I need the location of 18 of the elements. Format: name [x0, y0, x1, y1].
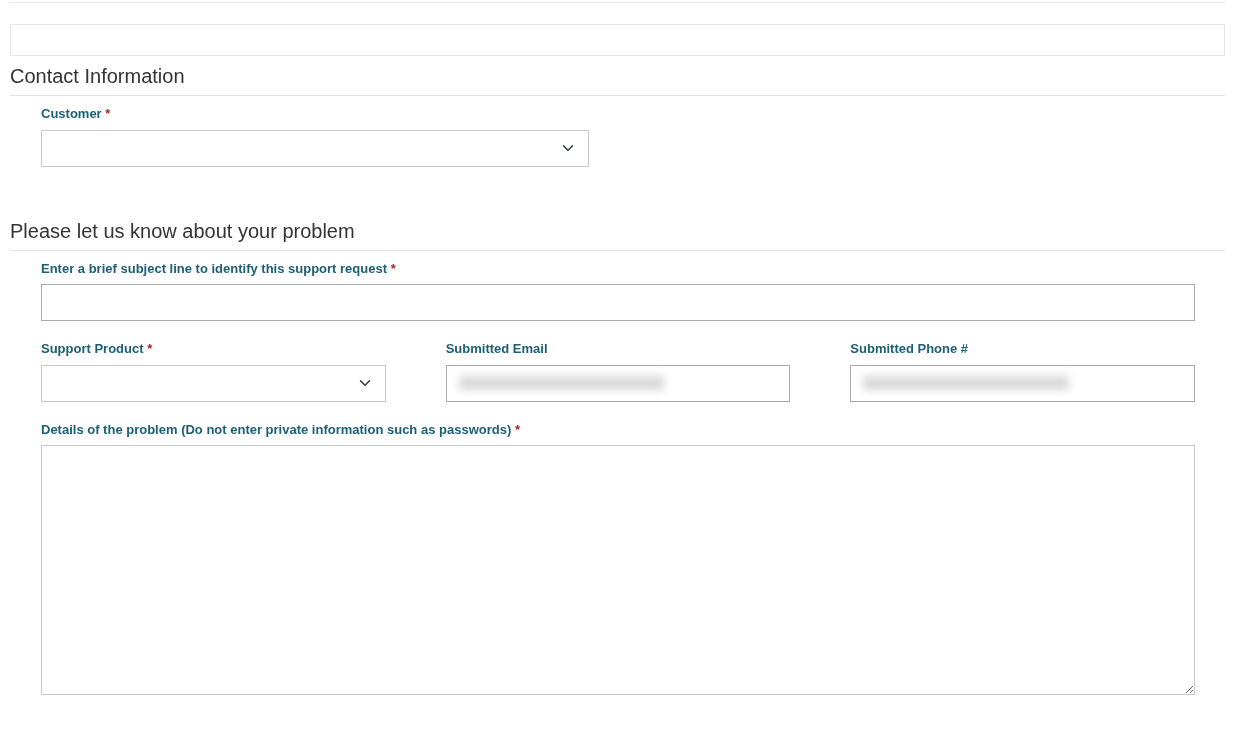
required-asterisk: *	[105, 106, 111, 121]
textarea-field[interactable]	[41, 445, 1195, 695]
field-label: Support Product	[41, 341, 144, 356]
required-asterisk: *	[514, 421, 520, 437]
input-field[interactable]	[41, 284, 1195, 321]
field-label: Enter a brief subject line to identify this support request	[41, 260, 387, 276]
section-heading: Please let us know about your problem	[10, 210, 1225, 251]
required-asterisk: *	[147, 341, 153, 356]
dropdown-field[interactable]	[41, 364, 386, 402]
input-field[interactable]	[445, 364, 791, 402]
dropdown-field[interactable]	[41, 129, 589, 167]
field-label: Submitted Email	[445, 341, 548, 356]
field-label: Details of the problem (Do not enter private information such as passwords)	[41, 421, 512, 437]
required-asterisk: *	[390, 260, 396, 276]
input-field[interactable]	[850, 364, 1195, 402]
field-label: Submitted Phone #	[850, 341, 969, 356]
field-label: Customer	[41, 106, 102, 121]
section-heading: Contact Information	[10, 56, 1225, 96]
